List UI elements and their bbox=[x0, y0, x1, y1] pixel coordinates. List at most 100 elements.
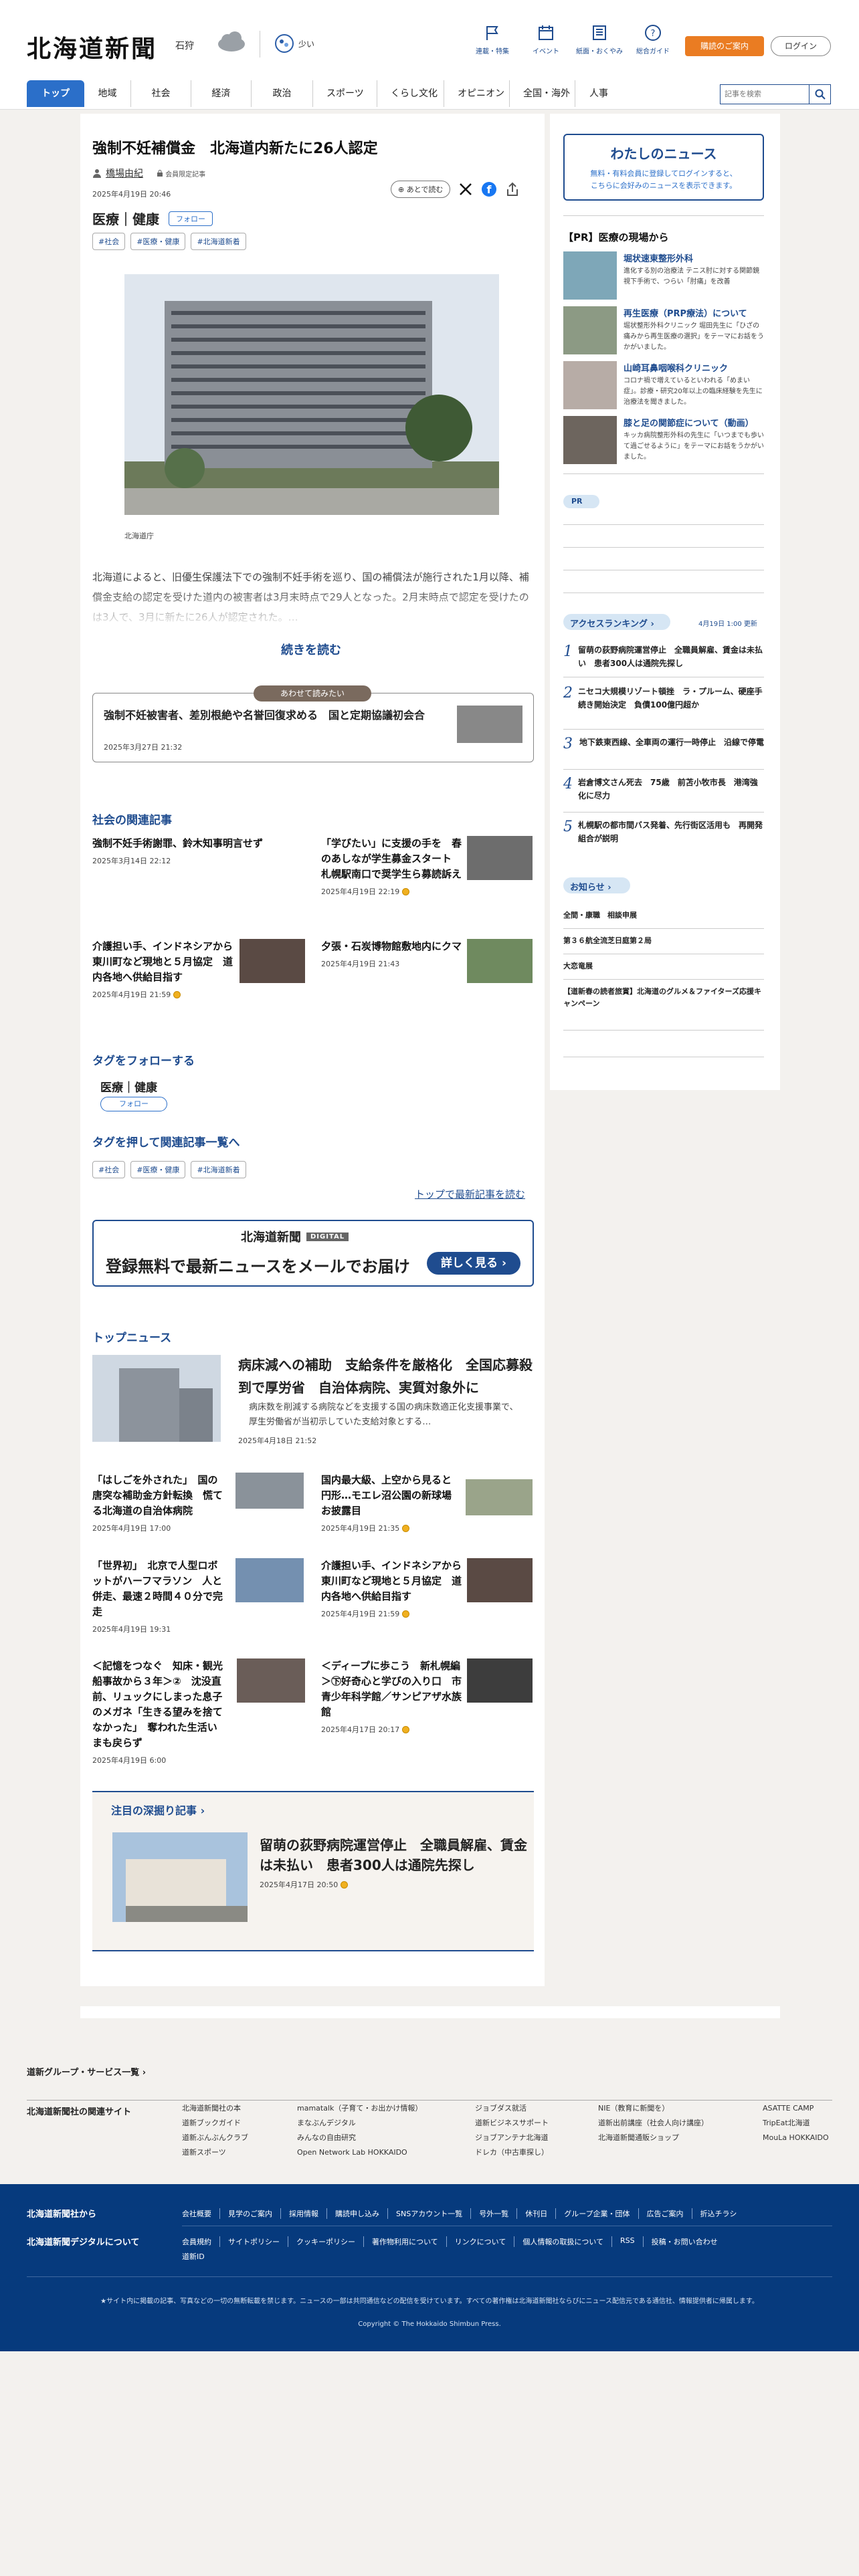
footer-link[interactable]: 折込チラシ bbox=[691, 2208, 745, 2219]
deep-dive-title[interactable]: 留萌の荻野病院運営停止 全職員解雇、賃金は未払い 患者300人は通院先探し bbox=[260, 1835, 527, 1875]
nav-item-personnel[interactable]: 人事 bbox=[575, 80, 622, 107]
footer-link[interactable]: SNSアカウント一覧 bbox=[387, 2208, 470, 2219]
top-news-item[interactable]: 「世界初」 北京で人型ロボットがハーフマラソン 人と併走、最速２時間４０分で完走… bbox=[92, 1558, 306, 1634]
pr-item[interactable]: 膝と足の関節症について（動画） キッカ病院整形外科の先生に「いつまでも歩いて過ご… bbox=[563, 416, 764, 468]
top-news-item[interactable]: ＜記憶をつなぐ 知床・観光船事故から３年＞② 沈没直前、リュックにしまった息子の… bbox=[92, 1658, 306, 1765]
top-news-main-title[interactable]: 病床減への補助 支給条件を厳格化 全国応募殺到で厚労省 自治体病院、実質対象外に bbox=[238, 1354, 535, 1399]
footer-link[interactable]: NIE（教育に新聞を） bbox=[598, 2101, 708, 2116]
footer-link[interactable]: 道新出前講座（社会人向け講座） bbox=[598, 2116, 708, 2131]
latest-news-link[interactable]: トップで最新記事を読む bbox=[415, 1187, 525, 1201]
banner-detail-button[interactable]: 詳しく見る › bbox=[427, 1252, 520, 1275]
top-news-title[interactable]: 国内最大級、上空から見ると円形…モエレ沼公園の新球場お披露目 bbox=[321, 1473, 459, 1519]
header-link-paper[interactable]: 紙面・おくやみ bbox=[573, 24, 626, 56]
share-icon[interactable] bbox=[505, 182, 520, 197]
header-link-guide[interactable]: ? 総合ガイド bbox=[626, 24, 680, 56]
group-services-link[interactable]: 道新グループ・サービス一覧 › bbox=[27, 2065, 146, 2078]
tag-medical[interactable]: #医療・健康 bbox=[130, 233, 186, 250]
nav-item-politics[interactable]: 政治 bbox=[252, 80, 313, 107]
related-item[interactable]: 強制不妊手術謝罪、鈴木知事明言せず 2025年3月14日 22:12 bbox=[92, 836, 306, 866]
footer-link[interactable]: クッキーポリシー bbox=[288, 2236, 363, 2247]
read-more-link[interactable]: 続きを読む bbox=[281, 641, 341, 658]
footer-link[interactable]: みんなの自由研究 bbox=[297, 2131, 422, 2145]
notice-item[interactable]: 全間・康職 相談申展 bbox=[563, 909, 764, 922]
pr-item[interactable]: 山崎耳鼻咽喉科クリニック コロナ禍で増えているといわれる「めまい症」。診療・研究… bbox=[563, 361, 764, 413]
nav-item-world[interactable]: 全国・海外 bbox=[510, 80, 575, 107]
related-item[interactable]: 夕張・石炭博物館敷地内にクマ 2025年4月19日 21:43 bbox=[321, 939, 534, 983]
footer-link[interactable]: 会員規約 bbox=[182, 2236, 219, 2247]
footer-link[interactable]: 会社概要 bbox=[182, 2208, 219, 2219]
login-button[interactable]: ログイン bbox=[771, 36, 831, 56]
pr-title[interactable]: 山崎耳鼻咽喉科クリニック bbox=[624, 361, 728, 374]
nav-item-region[interactable]: 地域 bbox=[84, 80, 131, 107]
ranking-item[interactable]: 3 地下鉄東西線、全車両の運行一時停止 沿線で停電 bbox=[563, 736, 764, 752]
footer-link[interactable]: 広告ご案内 bbox=[638, 2208, 692, 2219]
also-read-box[interactable]: あわせて読みたい 強制不妊被害者、差別根絶や名誉回復求める 国と定期協議初会合 … bbox=[92, 685, 534, 762]
nav-item-opinion[interactable]: オピニオン bbox=[444, 80, 510, 107]
follow-tag-button[interactable]: フォロー bbox=[100, 1097, 167, 1111]
search-input[interactable]: 記事を検索 bbox=[720, 84, 809, 104]
nav-item-society[interactable]: 社会 bbox=[131, 80, 191, 107]
rank-title[interactable]: 地下鉄東西線、全車両の運行一時停止 沿線で停電 bbox=[579, 736, 764, 752]
top-news-item[interactable]: 「はしごを外された」 国の唐突な補助金方針転換 慌てる北海道の自治体病院 202… bbox=[92, 1473, 306, 1533]
pr-title[interactable]: 再生医療（PRP療法）について bbox=[624, 306, 747, 319]
ranking-heading[interactable]: アクセスランキング › bbox=[570, 617, 654, 629]
ranking-item[interactable]: 5 札幌駅の都市間バス発着、先行街区活用も 再開発組合が説明 bbox=[563, 819, 764, 845]
top-news-title[interactable]: 「世界初」 北京で人型ロボットがハーフマラソン 人と併走、最速２時間４０分で完走 bbox=[92, 1558, 223, 1620]
footer-link[interactable]: 個人情報の取扱について bbox=[514, 2236, 611, 2247]
tag-hokkaido[interactable]: #北海道新着 bbox=[191, 233, 246, 250]
footer-link[interactable]: TripEat北海道 bbox=[763, 2116, 829, 2131]
footer-link[interactable]: サイトポリシー bbox=[219, 2236, 288, 2247]
ranking-item[interactable]: 4 岩倉博文さん死去 75歳 前苫小牧市長 港湾強化に尽力 bbox=[563, 776, 764, 802]
footer-link[interactable]: 道新ぶんぶんクラブ bbox=[182, 2131, 248, 2145]
nav-item-economy[interactable]: 経済 bbox=[191, 80, 252, 107]
footer-link[interactable]: 道新スポーツ bbox=[182, 2145, 248, 2160]
nav-item-culture[interactable]: くらし文化 bbox=[377, 80, 444, 107]
top-news-item[interactable]: 介護担い手、インドネシアから 東川町など現地と５月協定 道内各地へ供給目指す 2… bbox=[321, 1558, 534, 1619]
ranking-item[interactable]: 1 留萌の荻野病院運営停止 全職員解雇、賃金は未払い 患者300人は通院先探し bbox=[563, 643, 764, 670]
footer-link[interactable]: 道新ID bbox=[182, 2251, 213, 2262]
footer-link[interactable]: 道新ブックガイド bbox=[182, 2116, 248, 2131]
pr-item[interactable]: 堀状速東整形外科 進化する別の治療法 テニス肘に対する関節鏡視下手術で、つらい「… bbox=[563, 251, 764, 304]
footer-link[interactable]: 採用情報 bbox=[280, 2208, 326, 2219]
rank-title[interactable]: 札幌駅の都市間バス発着、先行街区活用も 再開発組合が説明 bbox=[578, 819, 764, 845]
facebook-share-icon[interactable]: f bbox=[481, 181, 497, 197]
footer-link[interactable]: ジョブアンテナ北海道 bbox=[475, 2131, 549, 2145]
ranking-item[interactable]: 2 ニセコ大規模リゾート頓挫 ラ・プルーム、硬座手続き開始決定 負債100億円超か bbox=[563, 685, 764, 712]
notice-item[interactable]: 【道新春の読者旅賞】北海道のグルメ＆ファイターズ応援キャンペーン bbox=[563, 986, 764, 1010]
x-share-icon[interactable] bbox=[458, 182, 473, 197]
footer-link[interactable]: ASATTE CAMP bbox=[763, 2101, 829, 2116]
tag-hokkaido[interactable]: #北海道新着 bbox=[191, 1161, 246, 1178]
location-label[interactable]: 石狩 bbox=[175, 39, 194, 52]
tag-society[interactable]: #社会 bbox=[92, 1161, 126, 1178]
rank-title[interactable]: 岩倉博文さん死去 75歳 前苫小牧市長 港湾強化に尽力 bbox=[578, 776, 764, 802]
footer-link[interactable]: MouLa HOKKAIDO bbox=[763, 2131, 829, 2145]
footer-link[interactable]: まなぶんデジタル bbox=[297, 2116, 422, 2131]
footer-link[interactable]: 道新ビジネスサポート bbox=[475, 2116, 549, 2131]
footer-link[interactable]: 号外一覧 bbox=[470, 2208, 516, 2219]
search-button[interactable] bbox=[809, 84, 831, 104]
footer-link[interactable]: 購読申し込み bbox=[326, 2208, 387, 2219]
rank-title[interactable]: 留萌の荻野病院運営停止 全職員解雇、賃金は未払い 患者300人は通院先探し bbox=[578, 643, 764, 670]
category-follow-button[interactable]: フォロー bbox=[169, 211, 213, 226]
related-title[interactable]: 介護担い手、インドネシアから 東川町など現地と５月協定 道内各地へ供給目指す bbox=[92, 939, 243, 985]
tag-society[interactable]: #社会 bbox=[92, 233, 126, 250]
footer-link[interactable]: 北海道新聞社の本 bbox=[182, 2101, 248, 2116]
subscribe-button[interactable]: 購読のご案内 bbox=[685, 36, 764, 56]
pr-title[interactable]: 堀状速東整形外科 bbox=[624, 251, 693, 264]
top-news-title[interactable]: ＜ディープに歩こう 新札幌編＞㊦好奇心と学びの入り口 市青少年科学館／サンピアザ… bbox=[321, 1658, 462, 1720]
nav-item-top[interactable]: トップ bbox=[27, 80, 84, 107]
top-news-item[interactable]: ＜ディープに歩こう 新札幌編＞㊦好奇心と学びの入り口 市青少年科学館／サンピアザ… bbox=[321, 1658, 534, 1735]
pr-item[interactable]: 再生医療（PRP療法）について 堀状整形外科クリニック 堀田先生に「ひざの痛みか… bbox=[563, 306, 764, 358]
notice-item[interactable]: 大恋竜展 bbox=[563, 960, 764, 972]
footer-link[interactable]: グループ企業・団体 bbox=[555, 2208, 638, 2219]
site-logo[interactable]: 北海道新聞 bbox=[27, 29, 157, 64]
top-news-title[interactable]: 介護担い手、インドネシアから 東川町など現地と５月協定 道内各地へ供給目指す bbox=[321, 1558, 472, 1604]
nav-item-sports[interactable]: スポーツ bbox=[313, 80, 377, 107]
related-title[interactable]: 夕張・石炭博物館敷地内にクマ bbox=[321, 939, 462, 954]
pollen-widget[interactable]: 少い bbox=[274, 33, 314, 53]
related-item[interactable]: 「学びたい」に支援の手を 春のあしなが学生募金スタート 札幌駅南口で奨学生ら募読… bbox=[321, 836, 534, 897]
rank-title[interactable]: ニセコ大規模リゾート頓挫 ラ・プルーム、硬座手続き開始決定 負債100億円超か bbox=[578, 685, 764, 712]
related-title[interactable]: 強制不妊手術謝罪、鈴木知事明言せず bbox=[92, 836, 306, 851]
footer-link[interactable]: リンクについて bbox=[446, 2236, 514, 2247]
author-name[interactable]: 橋場由紀 bbox=[106, 167, 143, 180]
